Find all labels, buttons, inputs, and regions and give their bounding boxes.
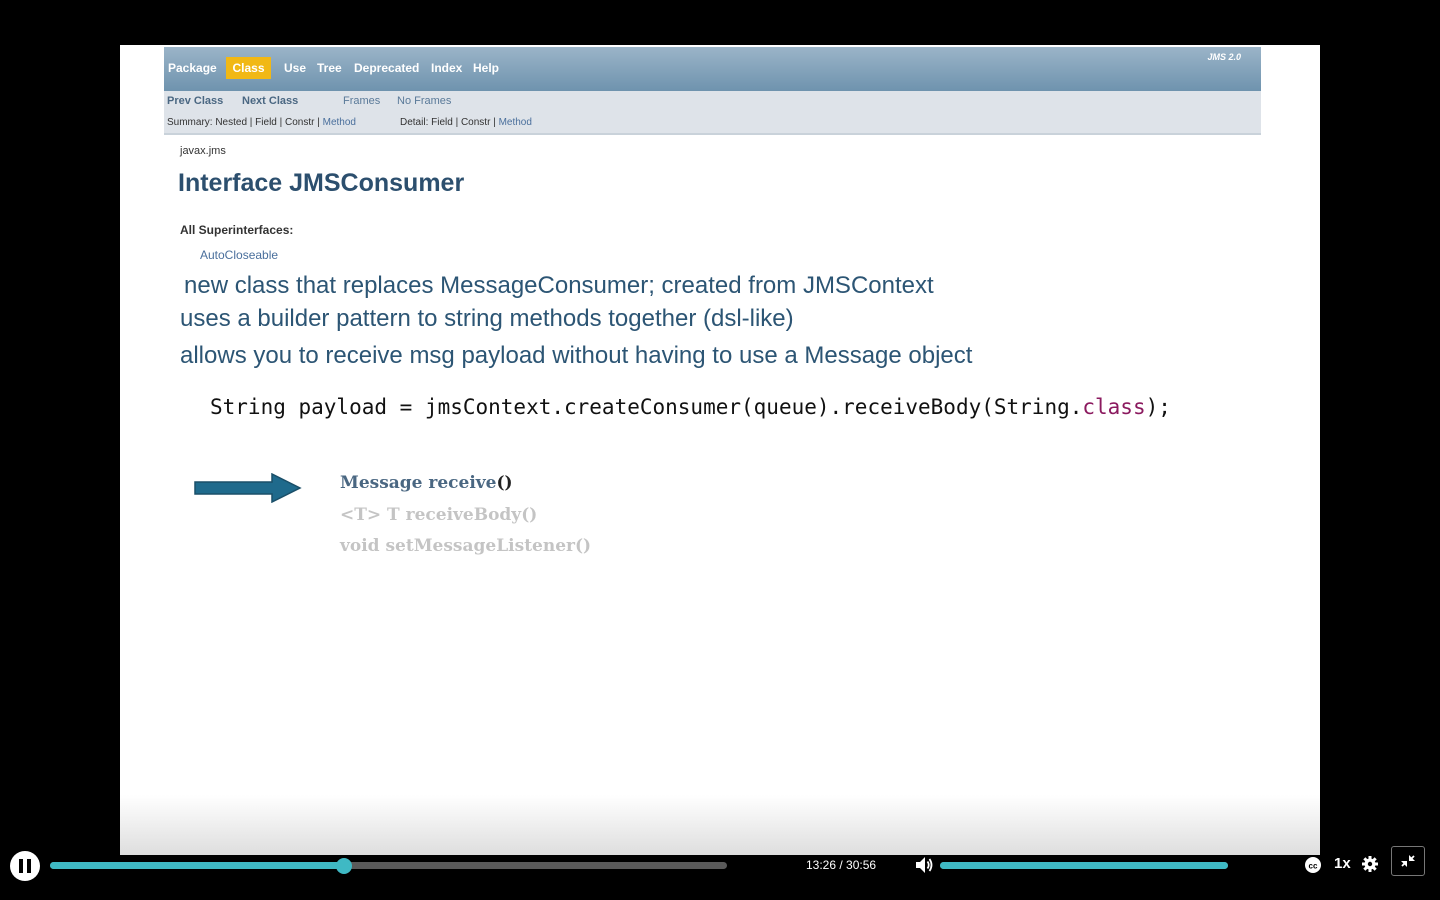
javadoc-top-nav: Package Class Use Tree Deprecated Index … [164, 47, 1261, 91]
javadoc-sub-nav: Prev Class Next Class Frames No Frames S… [164, 91, 1261, 135]
progress-bar[interactable] [50, 858, 727, 874]
code-keyword: class [1082, 395, 1146, 419]
method-receive-name: Message receive [340, 473, 497, 493]
method-receive-body: <T> T receiveBody() [340, 505, 538, 525]
next-class-link: Next Class [242, 95, 299, 107]
player-controls: 13:26 / 30:56 cc 1x [0, 840, 1440, 900]
no-frames-link: No Frames [397, 95, 452, 107]
bullet-line-3: allows you to receive msg payload withou… [180, 342, 973, 369]
detail-method-link: Method [498, 117, 532, 128]
nav-deprecated: Deprecated [354, 61, 420, 75]
progress-fill [50, 862, 344, 869]
superinterfaces-label: All Superinterfaces: [180, 223, 294, 237]
summary-links: Summary: Nested | Field | Constr | Metho… [167, 117, 356, 128]
closed-captions-icon[interactable]: cc [1303, 856, 1323, 874]
superinterfaces-value: AutoCloseable [200, 248, 279, 262]
nav-class-active: Class [226, 57, 271, 79]
progress-handle[interactable] [335, 858, 352, 874]
package-name: javax.jms [180, 145, 226, 157]
summary-method-link: Method [322, 117, 356, 128]
detail-prefix: Detail: Field | Constr | [400, 117, 499, 128]
pause-icon-bar [27, 859, 31, 873]
pause-icon [19, 859, 23, 873]
prev-class-link: Prev Class [167, 95, 224, 107]
version-tag: JMS 2.0 [1207, 52, 1241, 62]
pause-button[interactable] [10, 851, 40, 881]
exit-fullscreen-button[interactable] [1391, 846, 1425, 876]
volume-slider[interactable] [940, 862, 1228, 869]
nav-tree: Tree [317, 61, 342, 75]
volume-fill [940, 862, 1228, 869]
code-example: String payload = jmsContext.createConsum… [210, 395, 1171, 419]
current-time: 13:26 [806, 858, 837, 872]
code-prefix: String payload = jmsContext.createConsum… [210, 395, 1083, 419]
gear-icon[interactable] [1361, 855, 1379, 873]
arrow-right-icon [194, 473, 302, 503]
detail-links: Detail: Field | Constr | Method [400, 117, 532, 128]
method-receive-parens: () [496, 473, 513, 493]
nav-help: Help [473, 61, 500, 75]
page-title: Interface JMSConsumer [178, 169, 465, 197]
exit-fullscreen-icon [1401, 855, 1415, 867]
video-frame: Package Class Use Tree Deprecated Index … [120, 45, 1320, 855]
svg-text:cc: cc [1309, 862, 1318, 871]
method-set-message-listener: void setMessageListener() [340, 536, 592, 556]
bullet-line-1: new class that replaces MessageConsumer;… [184, 272, 934, 299]
duration: 30:56 [846, 858, 877, 872]
nav-use: Use [284, 61, 307, 75]
frames-link: Frames [343, 95, 381, 107]
playback-speed-button[interactable]: 1x [1334, 855, 1351, 872]
volume-icon[interactable] [914, 856, 934, 874]
time-separator: / [836, 858, 847, 872]
summary-prefix: Summary: Nested | Field | Constr | [167, 117, 323, 128]
code-suffix: ); [1145, 395, 1171, 419]
bullet-line-2: uses a builder pattern to string methods… [180, 305, 794, 332]
nav-index: Index [431, 61, 463, 75]
nav-package: Package [168, 61, 217, 75]
time-display: 13:26 / 30:56 [806, 858, 876, 872]
method-receive: Message receive() [340, 473, 513, 493]
